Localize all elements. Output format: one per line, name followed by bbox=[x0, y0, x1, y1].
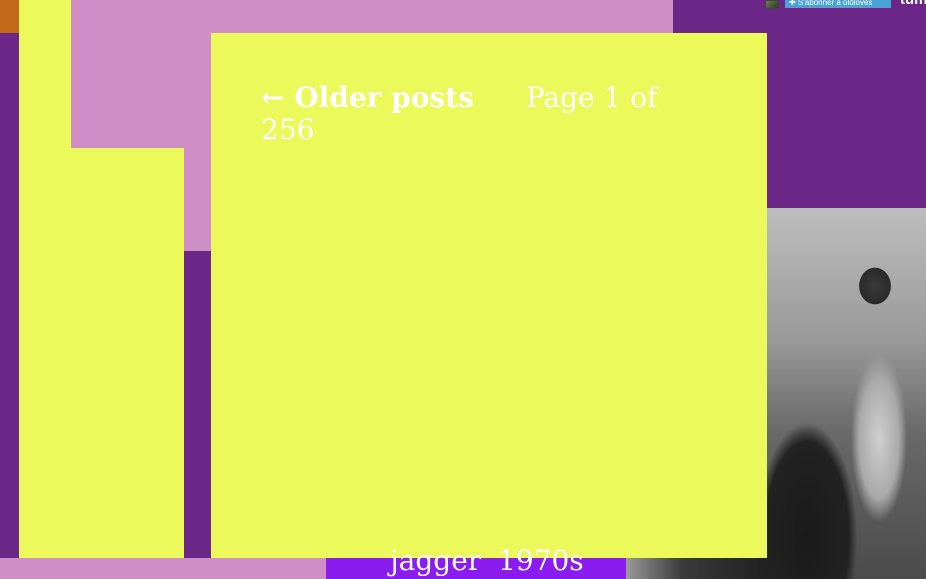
older-posts-link[interactable]: ← Older posts bbox=[261, 81, 474, 114]
yellow-sidebar-strip bbox=[19, 0, 71, 148]
tag-jagger[interactable]: jagger bbox=[390, 546, 481, 576]
pagination: ← Older posts Page 1 of 256 bbox=[261, 82, 701, 146]
orange-accent-block bbox=[0, 0, 20, 33]
follow-button[interactable]: ✚ S'abonner à oldloves bbox=[785, 0, 891, 8]
tag-bar: jagger 1970s bbox=[326, 546, 626, 579]
tag-1970s[interactable]: 1970s bbox=[498, 546, 584, 576]
blog-avatar[interactable] bbox=[765, 0, 779, 9]
yellow-left-panel bbox=[19, 148, 184, 558]
tumblr-logo[interactable]: tumblr bbox=[900, 0, 926, 8]
pink-footer-block bbox=[0, 558, 326, 579]
post-photo[interactable] bbox=[767, 208, 926, 579]
